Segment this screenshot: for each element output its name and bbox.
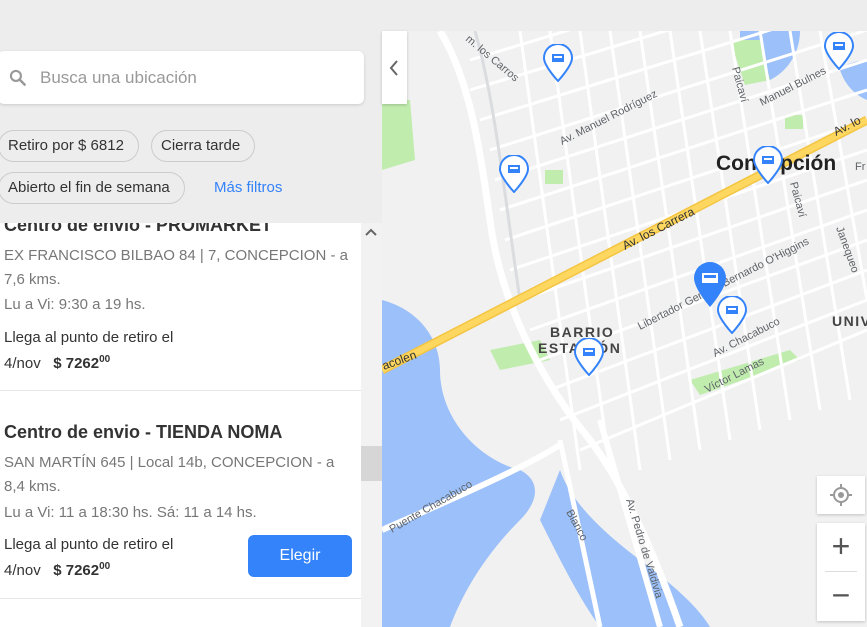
top-bar <box>0 0 867 31</box>
map-label-street: Fr <box>855 161 866 173</box>
filter-chip-pickup-price[interactable]: Retiro por $ 6812 <box>0 130 139 162</box>
map-label-univ: UNIV <box>832 313 867 329</box>
result-arrival: Llega al punto de retiro el 4/nov $ 7262… <box>4 327 173 375</box>
filter-chip-weekend[interactable]: Abierto el fin de semana <box>0 172 185 204</box>
search-input[interactable] <box>40 63 340 93</box>
scrollbar-track[interactable] <box>361 223 382 627</box>
chevron-up-icon[interactable] <box>364 225 378 239</box>
park-area <box>382 100 415 170</box>
arrival-text: Llega al punto de retiro el <box>4 329 174 346</box>
result-address: SAN MARTÍN 645 | Local 14b, CONCEPCION -… <box>4 454 335 495</box>
map-pin[interactable] <box>498 155 530 193</box>
divider <box>0 598 361 599</box>
map-pin[interactable] <box>542 44 574 82</box>
arrival-date: 4/nov <box>4 355 41 372</box>
zoom-in-button[interactable]: + <box>817 523 865 571</box>
more-filters-link[interactable]: Más filtros <box>214 179 282 196</box>
scrollbar-thumb[interactable] <box>361 446 382 481</box>
zoom-controls: + − <box>817 523 865 621</box>
left-panel: Retiro por $ 6812 Cierra tarde Abierto e… <box>0 31 382 627</box>
chevron-left-icon <box>389 60 398 76</box>
map-canvas[interactable]: Concepción BARRIO ESTACIÓN UNIV Av. los … <box>382 31 867 627</box>
map-pin[interactable] <box>716 296 748 334</box>
filter-chip-closes-late[interactable]: Cierra tarde <box>151 130 256 162</box>
result-name: Centro de envio - PROMARKET <box>4 223 273 235</box>
map-pin[interactable] <box>823 32 855 70</box>
crosshair-icon <box>830 484 852 506</box>
map[interactable]: Concepción BARRIO ESTACIÓN UNIV Av. los … <box>382 31 867 627</box>
result-name: Centro de envio - TIENDA NOMA <box>4 422 283 442</box>
zoom-out-button[interactable]: − <box>817 572 865 620</box>
result-card[interactable]: Centro de envio - TIENDA NOMA SAN MARTÍN… <box>0 391 361 599</box>
result-price: $ 726200 <box>53 354 111 372</box>
result-arrival: Llega al punto de retiro el 4/nov $ 7262… <box>4 534 173 582</box>
search-icon <box>9 69 26 86</box>
result-hours: Lu a Vi: 11 a 18:30 hs. Sá: 11 a 14 hs. <box>4 504 257 521</box>
arrival-date: 4/nov <box>4 562 41 579</box>
result-price: $ 726200 <box>53 561 111 579</box>
result-address: EX FRANCISCO BILBAO 84 | 7, CONCEPCION -… <box>4 247 348 288</box>
result-card[interactable]: Centro de envio - PROMARKET EX FRANCISCO… <box>0 223 361 381</box>
collapse-panel-button[interactable] <box>382 31 407 104</box>
park-area <box>545 170 563 184</box>
search-box[interactable] <box>0 51 364 104</box>
arrival-text: Llega al punto de retiro el <box>4 536 174 553</box>
results-list: Centro de envio - PROMARKET EX FRANCISCO… <box>0 223 361 627</box>
result-hours: Lu a Vi: 9:30 a 19 hs. <box>4 296 146 313</box>
map-pin[interactable] <box>752 146 784 184</box>
choose-button[interactable]: Elegir <box>248 535 352 577</box>
my-location-button[interactable] <box>817 476 865 514</box>
map-pin[interactable] <box>573 338 605 376</box>
